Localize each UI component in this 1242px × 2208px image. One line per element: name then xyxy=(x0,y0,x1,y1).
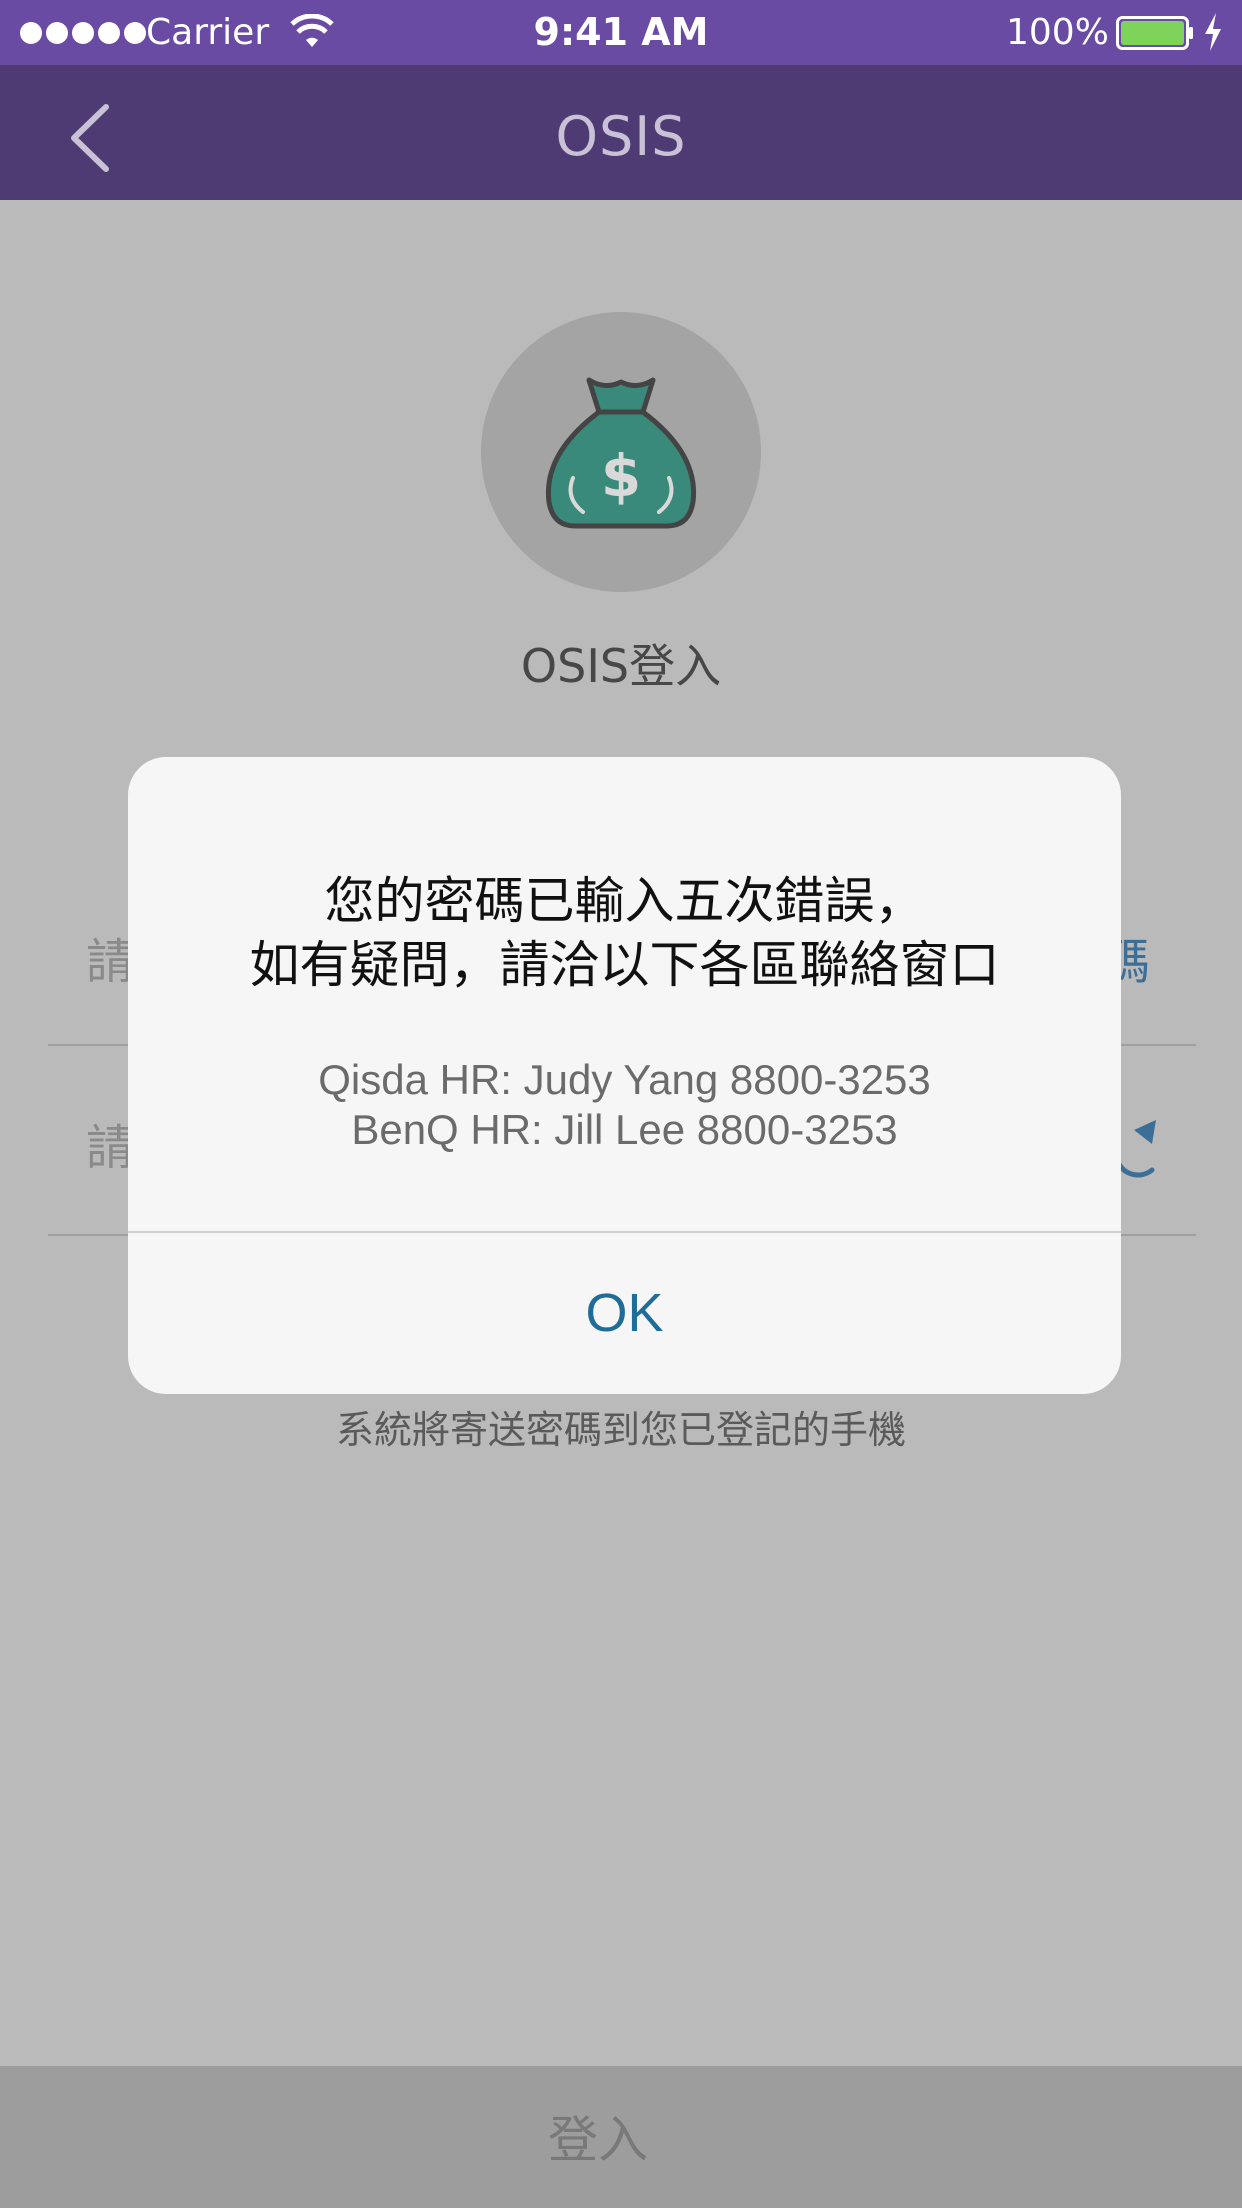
alert-message-line-1: 您的密碼已輸入五次錯誤， xyxy=(324,872,925,930)
ok-button[interactable]: OK xyxy=(128,1233,1121,1394)
alert-message-line-2: 如有疑問，請洽以下各區聯絡窗口 xyxy=(249,936,1000,994)
money-bag-icon: $ xyxy=(545,377,697,529)
battery-icon xyxy=(1116,16,1193,50)
login-button-label: 登入 xyxy=(548,2111,648,2169)
charging-bolt-icon xyxy=(1205,13,1221,51)
alert-contact-benq: BenQ HR: Jill Lee 8800-3253 xyxy=(351,1106,898,1153)
battery-percentage: 100% xyxy=(1006,12,1109,53)
sms-hint: 系統將寄送密碼到您已登記的手機 xyxy=(335,1408,906,1452)
login-title: OSIS登入 xyxy=(520,639,722,693)
status-bar: Carrier 9:41 AM 100% xyxy=(0,0,1242,65)
account-field-prefix: 請 xyxy=(86,934,135,990)
navigation-bar: OSIS xyxy=(0,65,1242,200)
page-title: OSIS xyxy=(555,105,687,168)
error-alert-dialog: 您的密碼已輸入五次錯誤， 如有疑問，請洽以下各區聯絡窗口 Qisda HR: J… xyxy=(128,757,1121,1394)
alert-contact-qisda: Qisda HR: Judy Yang 8800-3253 xyxy=(318,1056,931,1103)
login-button[interactable]: 登入 xyxy=(0,2066,1242,2208)
app-logo: $ xyxy=(481,312,761,592)
svg-text:$: $ xyxy=(601,442,641,510)
password-field-prefix: 請 xyxy=(86,1120,135,1176)
